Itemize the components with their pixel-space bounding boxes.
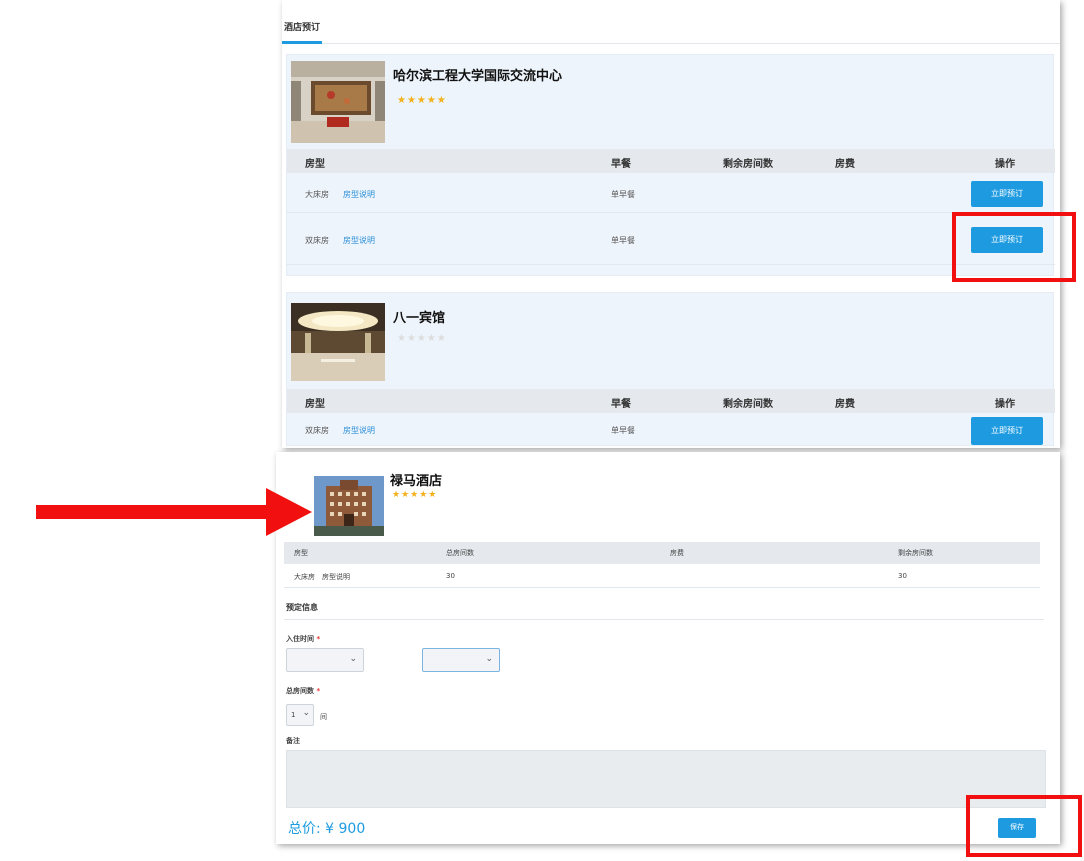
chevron-down-icon: ⌄	[302, 708, 310, 718]
booking-room-table-header: 房型 总房间数 房费 剩余房间数	[284, 542, 1040, 564]
booking-form-panel: 禄马酒店 ★★★★★ 房型 总房间数 房费 剩余房间数 大床房 房型说明 30 …	[276, 452, 1060, 844]
column-total-rooms: 总房间数	[446, 549, 474, 557]
tab-bar: 酒店预订	[282, 0, 1060, 44]
hotel-name[interactable]: 八一宾馆	[393, 307, 445, 326]
annotation-highlight-box	[966, 795, 1082, 857]
total-price: 总价: ¥ 900	[288, 821, 366, 837]
column-remaining: 剩余房间数	[898, 549, 933, 557]
checkin-label-text: 入住时间	[286, 635, 314, 643]
room-type: 双床房	[305, 426, 329, 435]
column-room-type: 房型	[305, 399, 325, 410]
chevron-down-icon: ⌄	[349, 654, 357, 664]
annotation-arrow-icon	[36, 488, 312, 536]
room-breakfast: 单早餐	[611, 190, 635, 199]
room-count-value: 1	[291, 711, 296, 719]
star-rating: ★★★★★	[397, 95, 447, 106]
room-type: 大床房	[305, 190, 329, 199]
total-rooms-value: 30	[446, 572, 455, 580]
book-now-button[interactable]: 立即预订	[971, 181, 1043, 207]
room-breakfast: 单早餐	[611, 426, 635, 435]
hotel-card: 八一宾馆 ★★★★★ 房型 早餐 剩余房间数 房费 操作 双床房 房型说明 单早…	[286, 292, 1055, 447]
room-unit: 间	[320, 713, 327, 721]
column-action: 操作	[995, 159, 1015, 170]
hotel-photo[interactable]	[291, 61, 385, 143]
column-breakfast: 早餐	[611, 159, 631, 170]
rooms-label-text: 总房间数	[286, 687, 314, 695]
active-tab-indicator	[282, 41, 322, 44]
column-remaining: 剩余房间数	[723, 159, 773, 170]
column-remaining: 剩余房间数	[723, 399, 773, 410]
room-detail-link[interactable]: 房型说明	[343, 235, 375, 246]
room-table-header: 房型 早餐 剩余房间数 房费 操作	[287, 149, 1055, 173]
star-rating: ★★★★★	[397, 333, 447, 344]
room-breakfast: 单早餐	[611, 236, 635, 245]
room-count-select[interactable]: 1 ⌄	[286, 704, 314, 726]
column-price: 房费	[835, 159, 855, 170]
rooms-label: 总房间数 *	[286, 686, 320, 696]
room-table-header: 房型 早餐 剩余房间数 房费 操作	[287, 389, 1055, 413]
required-mark: *	[316, 687, 321, 695]
column-room-type: 房型	[294, 549, 308, 557]
hotel-list-panel: 酒店预订 哈尔滨工程大学国际交流中心 ★★★★★ 房型 早餐 剩余房间数 房费 …	[282, 0, 1060, 448]
book-now-button[interactable]: 立即预订	[971, 417, 1043, 445]
hotel-name: 禄马酒店	[390, 474, 443, 489]
column-breakfast: 早餐	[611, 399, 631, 410]
room-row: 双床房 房型说明 单早餐 立即预订	[287, 413, 1055, 447]
notes-textarea[interactable]	[286, 750, 1046, 808]
hotel-card: 哈尔滨工程大学国际交流中心 ★★★★★ 房型 早餐 剩余房间数 房费 操作 大床…	[286, 54, 1055, 276]
hotel-photo[interactable]	[291, 303, 385, 381]
room-row: 双床房 房型说明 单早餐 立即预订	[287, 213, 1055, 265]
checkout-date-select[interactable]: ⌄	[422, 648, 500, 672]
hotel-photo[interactable]	[314, 476, 384, 536]
remaining-rooms-value: 30	[898, 572, 907, 580]
annotation-highlight-box	[952, 212, 1076, 282]
required-mark: *	[316, 635, 321, 643]
divider	[284, 619, 1044, 620]
room-detail-link[interactable]: 房型说明	[343, 189, 375, 200]
room-type: 双床房	[305, 236, 329, 245]
booking-room-row: 大床房 房型说明 30 30	[284, 564, 1040, 588]
column-action: 操作	[995, 399, 1015, 410]
section-title: 预定信息	[286, 603, 318, 612]
checkin-label: 入住时间 *	[286, 634, 320, 644]
column-price: 房费	[670, 549, 684, 557]
room-detail-link[interactable]: 房型说明	[343, 425, 375, 436]
column-price: 房费	[835, 399, 855, 410]
checkin-date-select[interactable]: ⌄	[286, 648, 364, 672]
room-row: 大床房 房型说明 单早餐 立即预订	[287, 173, 1055, 213]
star-rating: ★★★★★	[392, 490, 438, 500]
notes-label: 备注	[286, 737, 300, 745]
chevron-down-icon: ⌄	[485, 654, 493, 664]
hotel-name[interactable]: 哈尔滨工程大学国际交流中心	[393, 65, 562, 84]
room-detail-link[interactable]: 房型说明	[322, 572, 350, 582]
column-room-type: 房型	[305, 159, 325, 170]
room-type: 大床房	[294, 573, 315, 581]
